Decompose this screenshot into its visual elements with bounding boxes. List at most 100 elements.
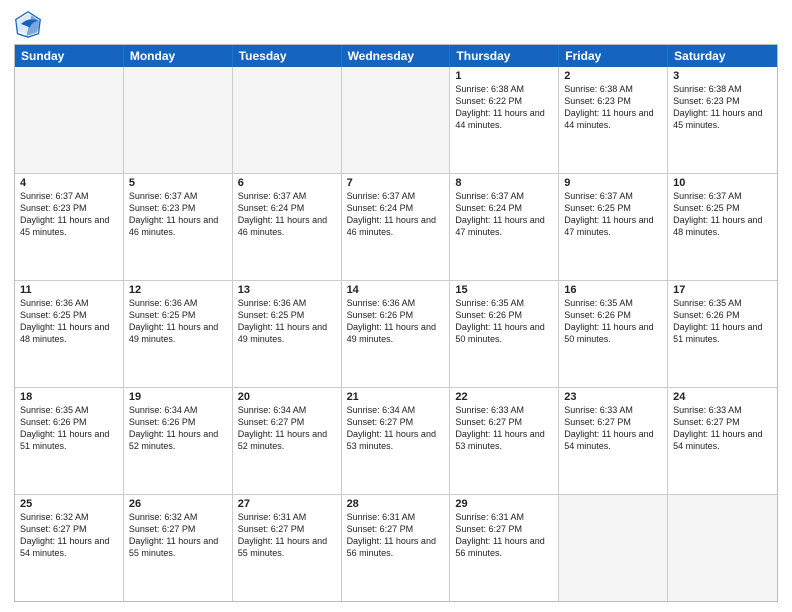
calendar-row-1: 4Sunrise: 6:37 AM Sunset: 6:23 PM Daylig… (15, 173, 777, 280)
empty-cell (342, 67, 451, 173)
day-cell-2: 2Sunrise: 6:38 AM Sunset: 6:23 PM Daylig… (559, 67, 668, 173)
day-number: 5 (129, 177, 227, 189)
day-info: Sunrise: 6:36 AM Sunset: 6:25 PM Dayligh… (20, 297, 118, 346)
day-number: 23 (564, 391, 662, 403)
day-cell-9: 9Sunrise: 6:37 AM Sunset: 6:25 PM Daylig… (559, 174, 668, 280)
day-cell-17: 17Sunrise: 6:35 AM Sunset: 6:26 PM Dayli… (668, 281, 777, 387)
calendar-row-3: 18Sunrise: 6:35 AM Sunset: 6:26 PM Dayli… (15, 387, 777, 494)
day-number: 16 (564, 284, 662, 296)
day-cell-27: 27Sunrise: 6:31 AM Sunset: 6:27 PM Dayli… (233, 495, 342, 601)
day-info: Sunrise: 6:36 AM Sunset: 6:25 PM Dayligh… (238, 297, 336, 346)
calendar-body: 1Sunrise: 6:38 AM Sunset: 6:22 PM Daylig… (15, 67, 777, 601)
day-number: 28 (347, 498, 445, 510)
day-cell-26: 26Sunrise: 6:32 AM Sunset: 6:27 PM Dayli… (124, 495, 233, 601)
day-number: 20 (238, 391, 336, 403)
day-cell-3: 3Sunrise: 6:38 AM Sunset: 6:23 PM Daylig… (668, 67, 777, 173)
header-cell-sunday: Sunday (15, 45, 124, 67)
day-cell-28: 28Sunrise: 6:31 AM Sunset: 6:27 PM Dayli… (342, 495, 451, 601)
day-info: Sunrise: 6:37 AM Sunset: 6:24 PM Dayligh… (238, 190, 336, 239)
day-info: Sunrise: 6:35 AM Sunset: 6:26 PM Dayligh… (673, 297, 772, 346)
day-info: Sunrise: 6:38 AM Sunset: 6:22 PM Dayligh… (455, 83, 553, 132)
header-cell-friday: Friday (559, 45, 668, 67)
day-info: Sunrise: 6:38 AM Sunset: 6:23 PM Dayligh… (673, 83, 772, 132)
day-number: 6 (238, 177, 336, 189)
day-info: Sunrise: 6:32 AM Sunset: 6:27 PM Dayligh… (129, 511, 227, 560)
header-cell-thursday: Thursday (450, 45, 559, 67)
day-cell-19: 19Sunrise: 6:34 AM Sunset: 6:26 PM Dayli… (124, 388, 233, 494)
day-info: Sunrise: 6:37 AM Sunset: 6:25 PM Dayligh… (564, 190, 662, 239)
day-info: Sunrise: 6:34 AM Sunset: 6:26 PM Dayligh… (129, 404, 227, 453)
day-cell-21: 21Sunrise: 6:34 AM Sunset: 6:27 PM Dayli… (342, 388, 451, 494)
day-number: 11 (20, 284, 118, 296)
day-cell-11: 11Sunrise: 6:36 AM Sunset: 6:25 PM Dayli… (15, 281, 124, 387)
day-cell-12: 12Sunrise: 6:36 AM Sunset: 6:25 PM Dayli… (124, 281, 233, 387)
day-info: Sunrise: 6:35 AM Sunset: 6:26 PM Dayligh… (564, 297, 662, 346)
day-info: Sunrise: 6:36 AM Sunset: 6:25 PM Dayligh… (129, 297, 227, 346)
header-cell-tuesday: Tuesday (233, 45, 342, 67)
calendar-row-0: 1Sunrise: 6:38 AM Sunset: 6:22 PM Daylig… (15, 67, 777, 173)
day-number: 21 (347, 391, 445, 403)
day-cell-24: 24Sunrise: 6:33 AM Sunset: 6:27 PM Dayli… (668, 388, 777, 494)
header-cell-monday: Monday (124, 45, 233, 67)
day-cell-15: 15Sunrise: 6:35 AM Sunset: 6:26 PM Dayli… (450, 281, 559, 387)
day-number: 9 (564, 177, 662, 189)
day-info: Sunrise: 6:33 AM Sunset: 6:27 PM Dayligh… (564, 404, 662, 453)
day-number: 4 (20, 177, 118, 189)
day-number: 7 (347, 177, 445, 189)
day-info: Sunrise: 6:37 AM Sunset: 6:24 PM Dayligh… (347, 190, 445, 239)
day-cell-8: 8Sunrise: 6:37 AM Sunset: 6:24 PM Daylig… (450, 174, 559, 280)
logo-icon (14, 10, 42, 38)
page: SundayMondayTuesdayWednesdayThursdayFrid… (0, 0, 792, 612)
day-cell-10: 10Sunrise: 6:37 AM Sunset: 6:25 PM Dayli… (668, 174, 777, 280)
day-number: 22 (455, 391, 553, 403)
empty-cell (233, 67, 342, 173)
header (14, 10, 778, 38)
day-cell-22: 22Sunrise: 6:33 AM Sunset: 6:27 PM Dayli… (450, 388, 559, 494)
day-cell-20: 20Sunrise: 6:34 AM Sunset: 6:27 PM Dayli… (233, 388, 342, 494)
day-info: Sunrise: 6:35 AM Sunset: 6:26 PM Dayligh… (20, 404, 118, 453)
empty-cell (15, 67, 124, 173)
header-cell-saturday: Saturday (668, 45, 777, 67)
calendar-row-2: 11Sunrise: 6:36 AM Sunset: 6:25 PM Dayli… (15, 280, 777, 387)
day-number: 25 (20, 498, 118, 510)
day-number: 13 (238, 284, 336, 296)
day-cell-18: 18Sunrise: 6:35 AM Sunset: 6:26 PM Dayli… (15, 388, 124, 494)
day-cell-5: 5Sunrise: 6:37 AM Sunset: 6:23 PM Daylig… (124, 174, 233, 280)
day-number: 18 (20, 391, 118, 403)
day-cell-4: 4Sunrise: 6:37 AM Sunset: 6:23 PM Daylig… (15, 174, 124, 280)
day-info: Sunrise: 6:37 AM Sunset: 6:23 PM Dayligh… (20, 190, 118, 239)
day-number: 10 (673, 177, 772, 189)
header-cell-wednesday: Wednesday (342, 45, 451, 67)
empty-cell (668, 495, 777, 601)
day-info: Sunrise: 6:36 AM Sunset: 6:26 PM Dayligh… (347, 297, 445, 346)
day-cell-7: 7Sunrise: 6:37 AM Sunset: 6:24 PM Daylig… (342, 174, 451, 280)
day-cell-16: 16Sunrise: 6:35 AM Sunset: 6:26 PM Dayli… (559, 281, 668, 387)
day-info: Sunrise: 6:37 AM Sunset: 6:23 PM Dayligh… (129, 190, 227, 239)
day-cell-14: 14Sunrise: 6:36 AM Sunset: 6:26 PM Dayli… (342, 281, 451, 387)
empty-cell (559, 495, 668, 601)
day-info: Sunrise: 6:32 AM Sunset: 6:27 PM Dayligh… (20, 511, 118, 560)
day-cell-23: 23Sunrise: 6:33 AM Sunset: 6:27 PM Dayli… (559, 388, 668, 494)
day-number: 29 (455, 498, 553, 510)
day-number: 2 (564, 70, 662, 82)
day-cell-13: 13Sunrise: 6:36 AM Sunset: 6:25 PM Dayli… (233, 281, 342, 387)
day-info: Sunrise: 6:35 AM Sunset: 6:26 PM Dayligh… (455, 297, 553, 346)
day-info: Sunrise: 6:37 AM Sunset: 6:25 PM Dayligh… (673, 190, 772, 239)
day-number: 27 (238, 498, 336, 510)
day-info: Sunrise: 6:33 AM Sunset: 6:27 PM Dayligh… (455, 404, 553, 453)
day-number: 24 (673, 391, 772, 403)
day-info: Sunrise: 6:34 AM Sunset: 6:27 PM Dayligh… (347, 404, 445, 453)
day-number: 26 (129, 498, 227, 510)
day-info: Sunrise: 6:33 AM Sunset: 6:27 PM Dayligh… (673, 404, 772, 453)
day-info: Sunrise: 6:31 AM Sunset: 6:27 PM Dayligh… (455, 511, 553, 560)
day-info: Sunrise: 6:31 AM Sunset: 6:27 PM Dayligh… (347, 511, 445, 560)
day-number: 1 (455, 70, 553, 82)
day-cell-6: 6Sunrise: 6:37 AM Sunset: 6:24 PM Daylig… (233, 174, 342, 280)
day-info: Sunrise: 6:37 AM Sunset: 6:24 PM Dayligh… (455, 190, 553, 239)
day-number: 19 (129, 391, 227, 403)
calendar-row-4: 25Sunrise: 6:32 AM Sunset: 6:27 PM Dayli… (15, 494, 777, 601)
day-number: 3 (673, 70, 772, 82)
day-cell-25: 25Sunrise: 6:32 AM Sunset: 6:27 PM Dayli… (15, 495, 124, 601)
calendar: SundayMondayTuesdayWednesdayThursdayFrid… (14, 44, 778, 602)
day-number: 8 (455, 177, 553, 189)
